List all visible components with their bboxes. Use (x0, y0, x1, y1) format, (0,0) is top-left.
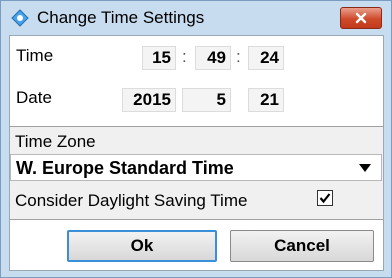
second-field[interactable]: 24 (248, 46, 284, 70)
dst-checkbox[interactable] (317, 190, 333, 206)
timezone-group: Time Zone W. Europe Standard Time Consid… (10, 126, 383, 220)
time-separator: : (236, 47, 241, 66)
dialog-body: Time 15 : 49 : 24 Date 2015 5 21 Time Zo… (9, 35, 384, 271)
month-field[interactable]: 5 (182, 88, 231, 112)
dropdown-arrow-icon[interactable] (359, 164, 371, 172)
settings-app-icon (11, 9, 29, 27)
time-label: Time (16, 46, 54, 65)
cancel-button[interactable]: Cancel (230, 230, 374, 262)
timezone-value: W. Europe Standard Time (16, 158, 234, 178)
ok-button[interactable]: Ok (67, 230, 217, 262)
close-button[interactable] (340, 7, 382, 29)
date-label: Date (16, 88, 52, 107)
close-icon (355, 12, 367, 24)
year-field[interactable]: 2015 (122, 88, 176, 112)
day-field[interactable]: 21 (248, 88, 284, 112)
checkmark-icon (319, 193, 331, 204)
hour-field[interactable]: 15 (142, 46, 176, 70)
window-title: Change Time Settings (37, 8, 205, 27)
title-bar[interactable]: Change Time Settings (1, 1, 391, 34)
dialog-window: Change Time Settings Time 15 : 49 : 24 D… (0, 0, 392, 278)
dst-label: Consider Daylight Saving Time (15, 191, 248, 210)
timezone-select[interactable]: W. Europe Standard Time (10, 154, 382, 181)
minute-field[interactable]: 49 (195, 46, 231, 70)
timezone-label: Time Zone (15, 132, 96, 151)
time-separator: : (182, 47, 187, 66)
